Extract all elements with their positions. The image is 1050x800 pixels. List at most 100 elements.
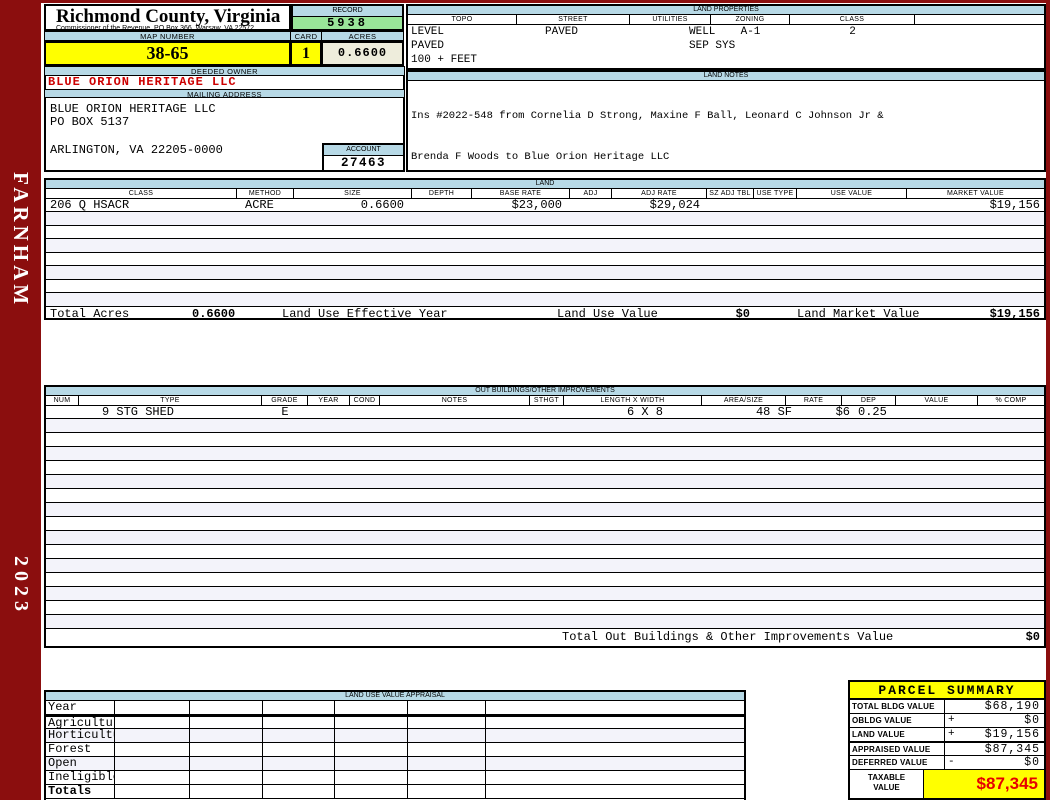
ob-rate: $6: [835, 405, 850, 419]
appraisal-cell: [115, 743, 190, 756]
land-use-value-label: Land Use Value: [557, 306, 658, 321]
appraisal-row-label: Totals: [46, 785, 115, 798]
property-record-card: FARNHAM 2023 Richmond County, Virginia C…: [0, 0, 1050, 800]
ob-total-value: $0: [1025, 630, 1040, 644]
appraisal-cell: [263, 771, 335, 784]
map-number-label: MAP NUMBER: [44, 31, 291, 41]
address-line: PO BOX 5137: [50, 115, 130, 129]
appraisal-cell: [115, 701, 190, 714]
appraisal-cell: [115, 785, 190, 798]
appraisal-cell: [190, 729, 263, 742]
empty-row: [46, 545, 1044, 559]
district-label: FARNHAM: [9, 172, 33, 309]
appraisal-cell: [335, 771, 408, 784]
col-type: TYPE: [79, 396, 262, 405]
appraisal-cell: [408, 743, 486, 756]
out-buildings-total-row: Total Out Buildings & Other Improvements…: [46, 629, 1044, 646]
col-length-x-width: LENGTH X WIDTH: [564, 396, 702, 405]
empty-row: [46, 433, 1044, 447]
land-totals-row: Total Acres 0.6600 Land Use Effective Ye…: [46, 307, 1044, 322]
col-adj-rate: ADJ RATE: [612, 189, 707, 198]
appraisal-cell: [263, 717, 335, 728]
column-header-topo: TOPO: [408, 15, 517, 24]
column-header-class: CLASS: [790, 15, 915, 24]
appraisal-cell: [190, 771, 263, 784]
appraisal-row-label: Ineligible: [48, 771, 115, 784]
col-cond: COND: [350, 396, 380, 405]
appraisal-row: Agriculture: [46, 715, 744, 729]
map-number-value: 38-65: [44, 41, 291, 66]
out-buildings-empty-rows: [46, 419, 1044, 629]
ob-area-size: 48 SF: [755, 405, 792, 419]
appraisal-cell: [486, 757, 744, 770]
summary-label: TOTAL BLDG VALUE: [850, 700, 945, 713]
out-buildings-table: OUT BUILDINGS/OTHER IMPROVEMENTS NUM TYP…: [44, 385, 1046, 648]
land-table: LAND CLASS METHOD SIZE DEPTH BASE RATE A…: [44, 178, 1046, 322]
empty-row: [46, 559, 1044, 573]
appraisal-cell: [190, 701, 263, 714]
county-header: Richmond County, Virginia Commissioner o…: [44, 4, 291, 32]
empty-row: [46, 573, 1044, 587]
summary-value: $68,190: [984, 700, 1040, 713]
column-header-zoning: ZONING: [711, 15, 790, 24]
appraisal-cell: [335, 717, 408, 728]
appraisal-cell: [190, 757, 263, 770]
col-sz-adj-tbl: SZ ADJ TBL: [707, 189, 754, 198]
card-value: 1: [290, 41, 322, 66]
col-use-value: USE VALUE: [797, 189, 907, 198]
summary-row-appraised: APPRAISED VALUE $87,345: [850, 742, 1044, 756]
summary-row-deferred: DEFERRED VALUE - $0: [850, 756, 1044, 770]
appraisal-cell: [115, 771, 190, 784]
appraisal-cell: [486, 717, 744, 728]
appraisal-cell: [335, 757, 408, 770]
summary-label: OBLDG VALUE: [850, 714, 945, 727]
parcel-summary: PARCEL SUMMARY TOTAL BLDG VALUE $68,190 …: [848, 680, 1046, 800]
empty-row: [46, 489, 1044, 503]
summary-row-total-bldg: TOTAL BLDG VALUE $68,190: [850, 700, 1044, 714]
land-use-appraisal-title: LAND USE VALUE APPRAISAL: [46, 692, 744, 701]
col-notes: NOTES: [380, 396, 530, 405]
appraisal-cell: [335, 729, 408, 742]
col-depth: DEPTH: [412, 189, 472, 198]
col-value: VALUE: [896, 396, 978, 405]
topo-value: PAVED: [411, 40, 445, 52]
land-base-rate: $23,000: [511, 198, 562, 212]
appraisal-cell: [115, 757, 190, 770]
appraisal-cell: [408, 717, 486, 728]
mailing-address-block: BLUE ORION HERITAGE LLC PO BOX 5137 ARLI…: [44, 98, 405, 172]
appraisal-cell: [115, 717, 190, 728]
out-buildings-title: OUT BUILDINGS/OTHER IMPROVEMENTS: [46, 387, 1044, 396]
land-use-appraisal-body: Year AgricultureHorticultureForestOpen Sp…: [46, 701, 744, 799]
land-notes-text: Ins #2022-548 from Cornelia D Strong, Ma…: [408, 81, 1044, 193]
column-header-utilities: UTILITIES: [630, 15, 711, 24]
total-acres-label: Total Acres: [50, 306, 130, 321]
appraisal-cell: [190, 785, 263, 798]
appraisal-cell: [335, 743, 408, 756]
col-sthgt: STHGT: [530, 396, 564, 405]
out-buildings-headers: NUM TYPE GRADE YEAR COND NOTES STHGT LEN…: [46, 396, 1044, 406]
land-notes-line: Brenda F Woods to Blue Orion Heritage LL…: [411, 150, 670, 163]
appraisal-cell: [486, 729, 744, 742]
parcel-summary-title: PARCEL SUMMARY: [848, 680, 1046, 700]
acres-label: ACRES: [321, 31, 404, 41]
land-notes-panel: LAND NOTES Ins #2022-548 from Cornelia D…: [406, 70, 1046, 172]
land-properties-panel: LAND PROPERTIES TOPO STREET UTILITIES ZO…: [406, 4, 1046, 70]
appraisal-row-label: Year: [46, 701, 115, 714]
class-value: 2: [849, 26, 856, 38]
appraisal-cell: [115, 729, 190, 742]
land-properties-title: LAND PROPERTIES: [408, 6, 1044, 15]
summary-op: +: [948, 714, 956, 726]
appraisal-cell: [263, 701, 335, 714]
parcel-summary-body: TOTAL BLDG VALUE $68,190 OBLDG VALUE + $0…: [848, 700, 1046, 800]
appraisal-cell: [486, 701, 744, 714]
appraisal-cell: [408, 785, 486, 798]
appraisal-cell: [408, 757, 486, 770]
col-class: CLASS: [46, 189, 237, 198]
land-notes-title: LAND NOTES: [408, 72, 1044, 81]
empty-row: [46, 461, 1044, 475]
out-building-row: 9 STG SHED E 6 X 8 48 SF $6 0.25: [46, 406, 1044, 419]
zoning-value: A-1: [740, 26, 761, 38]
appraisal-cell: [335, 785, 408, 798]
utilities-value: SEP SYS: [689, 40, 736, 52]
address-line: BLUE ORION HERITAGE LLC: [50, 102, 216, 116]
